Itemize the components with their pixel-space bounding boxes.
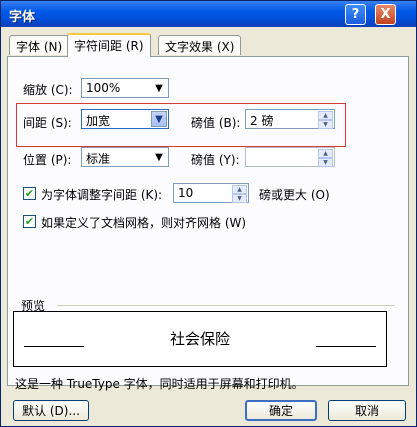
cancel-button[interactable]: 取消 (328, 400, 406, 421)
spin-up-icon[interactable]: ▲ (318, 111, 333, 120)
tab-character-spacing[interactable]: 字符间距 (R) (67, 33, 151, 57)
scale-label: 缩放 (C): (23, 83, 73, 97)
font-dialog: 字体 ? X 字体 (N) 字符间距 (R) 文字效果 (X) 缩放 (C): … (0, 0, 417, 427)
position-select[interactable]: 标准 ▼ (81, 147, 169, 167)
truetype-note: 这是一种 TrueType 字体，同时适用于屏幕和打印机。 (15, 377, 304, 391)
kerning-checkbox[interactable]: ✔ (23, 187, 36, 200)
spin-up-icon[interactable]: ▲ (318, 149, 333, 158)
kerning-spinner[interactable]: 10 ▲ ▼ (173, 183, 249, 203)
help-icon: ? (351, 7, 360, 22)
scale-select[interactable]: 100% ▼ (81, 78, 169, 98)
position-points-label: 磅值 (Y): (191, 153, 240, 167)
preview-divider (57, 305, 395, 306)
position-value: 标准 (86, 152, 111, 166)
spin-down-icon[interactable]: ▼ (318, 158, 333, 167)
grid-label: 如果定义了文档网格，则对齐网格 (W) (41, 216, 247, 230)
default-button[interactable]: 默认 (D)... (13, 400, 89, 421)
spin-down-icon[interactable]: ▼ (318, 120, 333, 129)
tab-font[interactable]: 字体 (N) (9, 35, 70, 55)
tab-text-effects[interactable]: 文字效果 (X) (158, 35, 242, 55)
chevron-down-icon[interactable]: ▼ (151, 149, 167, 165)
spinner-buttons: ▲ ▼ (318, 111, 333, 129)
spin-down-icon[interactable]: ▼ (232, 194, 247, 203)
scale-value: 100% (86, 81, 121, 95)
chevron-down-icon[interactable]: ▼ (151, 80, 167, 96)
spacing-points-spinner[interactable]: 2 磅 ▲ ▼ (245, 109, 335, 129)
position-label: 位置 (P): (23, 153, 72, 167)
preview-box: 社会保险 (13, 311, 387, 367)
kerning-suffix: 磅或更大 (O) (259, 188, 330, 202)
kerning-label: 为字体调整字间距 (K): (41, 188, 163, 202)
position-points-spinner[interactable]: ▲ ▼ (245, 147, 335, 167)
spacing-value: 加宽 (86, 114, 111, 128)
spinner-buttons: ▲ ▼ (318, 149, 333, 167)
spacing-select[interactable]: 加宽 ▼ (81, 109, 169, 129)
spacing-points-value: 2 磅 (250, 114, 274, 128)
close-button[interactable]: X (375, 4, 396, 25)
grid-checkbox[interactable]: ✔ (23, 215, 36, 228)
spin-up-icon[interactable]: ▲ (232, 185, 247, 194)
preview-sample-text: 社会保险 (169, 330, 230, 348)
chevron-down-icon[interactable]: ▼ (151, 111, 167, 127)
kerning-value: 10 (178, 186, 194, 200)
window-title: 字体 (9, 10, 36, 25)
spinner-buttons: ▲ ▼ (232, 185, 247, 203)
ok-button[interactable]: 确定 (245, 400, 317, 421)
spacing-label: 间距 (S): (23, 116, 72, 130)
help-button[interactable]: ? (345, 4, 366, 25)
close-icon: X (380, 7, 391, 22)
spacing-points-label: 磅值 (B): (191, 116, 241, 130)
title-bar[interactable]: 字体 ? X (1, 1, 416, 27)
